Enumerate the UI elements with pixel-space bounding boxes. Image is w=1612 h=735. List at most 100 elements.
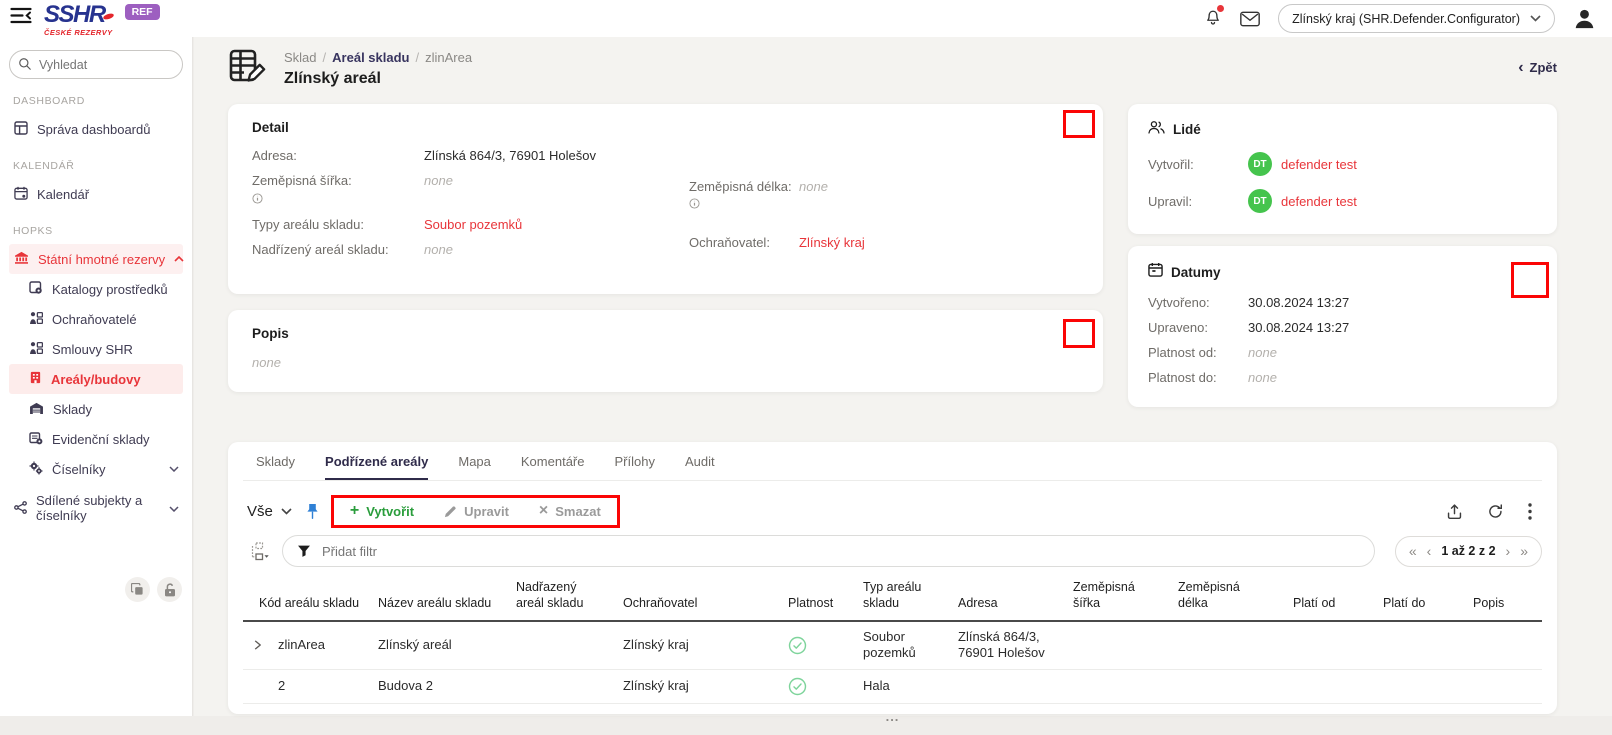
tab-prilohy[interactable]: Přílohy <box>614 454 654 480</box>
tab-mapa[interactable]: Mapa <box>458 454 491 480</box>
cell-plati-od <box>1285 621 1375 670</box>
datumy-card: Datumy Vytvořeno: 30.08.2024 13:27 Uprav… <box>1128 246 1557 407</box>
chevron-down-icon <box>169 466 179 472</box>
user-avatar[interactable] <box>1573 7 1596 30</box>
app-logo[interactable]: SSHR ČESKÉ REZERVY <box>44 3 113 37</box>
top-bar-left: SSHR ČESKÉ REZERVY REF <box>10 1 160 37</box>
breadcrumb-areal-skladu[interactable]: Areál skladu <box>332 50 409 65</box>
edit-button[interactable]: Upravit <box>444 504 509 519</box>
sidebar-item-sprava-dashboardu[interactable]: Správa dashboardů <box>9 114 183 144</box>
sidebar-item-label: Katalogy prostředků <box>52 282 168 297</box>
info-icon[interactable] <box>252 192 424 208</box>
col-header-delka[interactable]: Zeměpisná délka <box>1170 577 1285 621</box>
field-value-typy-link[interactable]: Soubor pozemků <box>424 217 522 233</box>
sidebar-item-ciselniky[interactable]: Číselníky <box>9 454 183 484</box>
pencil-icon <box>444 505 457 518</box>
export-upload-icon[interactable] <box>1446 503 1463 520</box>
delete-button[interactable]: × Smazat <box>539 504 601 519</box>
created-by-user-link[interactable]: defender test <box>1281 157 1357 172</box>
col-header-nadrazeny[interactable]: Nadřazený areál skladu <box>508 577 615 621</box>
cell-ochranovatel: Zlínský kraj <box>615 621 780 670</box>
back-button[interactable]: ‹ Zpět <box>1518 60 1557 75</box>
sidebar-item-statni-hmotne-rezervy[interactable]: Státní hmotné rezervy <box>9 244 183 274</box>
role-selector-dropdown[interactable]: Zlínský kraj (SHR.Defender.Configurator) <box>1278 4 1555 33</box>
pagination-last-icon[interactable]: » <box>1520 543 1528 559</box>
col-header-adresa[interactable]: Adresa <box>950 577 1065 621</box>
catalog-icon <box>29 281 43 298</box>
col-header-platnost[interactable]: Platnost <box>780 577 855 621</box>
col-header-popis[interactable]: Popis <box>1465 577 1542 621</box>
people-icon <box>1148 120 1165 139</box>
sidebar-item-label: Ochraňovatelé <box>52 312 137 327</box>
updated-by-user-link[interactable]: defender test <box>1281 194 1357 209</box>
sidebar-collapse-icon[interactable] <box>10 7 32 29</box>
expand-row-icon[interactable] <box>252 640 263 651</box>
info-icon[interactable] <box>689 197 799 213</box>
cell-platnost <box>780 670 855 704</box>
role-selector-value: Zlínský kraj (SHR.Defender.Configurator) <box>1292 12 1520 26</box>
tab-sklady[interactable]: Sklady <box>256 454 295 480</box>
cell-plati-od <box>1285 670 1375 704</box>
col-header-plati-od[interactable]: Platí od <box>1285 577 1375 621</box>
pagination-first-icon[interactable]: « <box>1409 543 1417 559</box>
sidebar-section-dashboard: DASHBOARD <box>13 95 183 107</box>
col-header-ochranovatel[interactable]: Ochraňovatel <box>615 577 780 621</box>
notification-dot <box>1217 5 1224 12</box>
field-value-platnost-od: none <box>1248 345 1277 360</box>
sidebar-item-ochranovatele[interactable]: Ochraňovatelé <box>9 304 183 334</box>
col-header-plati-do[interactable]: Platí do <box>1375 577 1465 621</box>
calendar-icon <box>14 186 28 203</box>
notifications-bell-icon[interactable] <box>1204 7 1222 31</box>
field-value-nadrizeny: none <box>424 242 453 258</box>
field-value-delka: none <box>799 179 828 214</box>
create-button[interactable]: + Vytvořit <box>350 504 414 519</box>
user-avatar-dt[interactable]: DT <box>1248 152 1272 176</box>
table-row-budova2[interactable]: 2 Budova 2 Zlínský kraj Hala <box>243 670 1542 704</box>
tab-podrizene-arealy[interactable]: Podřízené areály <box>325 454 428 480</box>
view-selector-dropdown[interactable]: Vše <box>247 503 292 520</box>
tab-audit[interactable]: Audit <box>685 454 715 480</box>
group-by-icon[interactable] <box>249 542 270 561</box>
sidebar-bottom-actions <box>125 577 182 602</box>
sidebar-item-sdilene-subjekty[interactable]: Sdílené subjekty a číselníky <box>9 490 183 528</box>
search-icon <box>18 57 32 76</box>
sidebar-item-katalogy-prostredku[interactable]: Katalogy prostředků <box>9 274 183 304</box>
sidebar-item-label: Sklady <box>53 402 92 417</box>
sidebar-item-arealy-budovy[interactable]: Areály/budovy <box>9 364 183 394</box>
sidebar-item-sklady[interactable]: Sklady <box>9 394 183 424</box>
chevron-down-icon <box>1530 15 1541 22</box>
show-more-indicator[interactable]: ... <box>243 704 1542 734</box>
pin-view-icon[interactable] <box>306 503 319 520</box>
annotation-box-detail <box>1063 110 1095 138</box>
col-header-typ[interactable]: Typ areálu skladu <box>855 577 950 621</box>
kebab-menu-icon[interactable] <box>1528 503 1532 520</box>
field-value-ochranovatel-link[interactable]: Zlínský kraj <box>799 235 865 251</box>
messages-envelope-icon[interactable] <box>1240 11 1260 27</box>
sidebar-item-evidencni-sklady[interactable]: Evidenční sklady <box>9 424 183 454</box>
sidebar-item-kalendar[interactable]: Kalendář <box>9 179 183 209</box>
tab-komentare[interactable]: Komentáře <box>521 454 585 480</box>
sidebar-item-smlouvy-shr[interactable]: Smlouvy SHR <box>9 334 183 364</box>
field-label-vytvoril: Vytvořil: <box>1148 157 1248 172</box>
cell-typ: Hala <box>855 670 950 704</box>
refresh-icon[interactable] <box>1487 503 1504 520</box>
search-input[interactable] <box>9 50 183 79</box>
col-header-nazev[interactable]: Název areálu skladu <box>370 577 508 621</box>
breadcrumb-sklad[interactable]: Sklad <box>284 50 317 65</box>
unlock-icon[interactable] <box>157 577 182 602</box>
user-avatar-dt[interactable]: DT <box>1248 189 1272 213</box>
field-label-nadrizeny: Nadřízený areál skladu: <box>252 242 424 258</box>
copy-icon[interactable] <box>125 577 150 602</box>
col-header-sirka[interactable]: Zeměpisná šířka <box>1065 577 1170 621</box>
add-filter-input[interactable] <box>320 543 1360 560</box>
field-label-platnost-od: Platnost od: <box>1148 345 1248 360</box>
pagination-next-icon[interactable]: › <box>1506 543 1511 559</box>
breadcrumb-zlinarea[interactable]: zlinArea <box>425 50 472 65</box>
pagination-prev-icon[interactable]: ‹ <box>1427 543 1432 559</box>
cell-plati-do <box>1375 621 1465 670</box>
chevron-down-icon <box>169 506 179 512</box>
field-label-delka: Zeměpisná délka: <box>689 179 799 214</box>
table-row-zlinarea[interactable]: zlinArea Zlínský areál Zlínský kraj Soub… <box>243 621 1542 670</box>
col-header-kod[interactable]: Kód areálu skladu <box>243 577 370 621</box>
main-content: Sklad/Areál skladu/zlinArea Zlínský areá… <box>194 37 1612 716</box>
